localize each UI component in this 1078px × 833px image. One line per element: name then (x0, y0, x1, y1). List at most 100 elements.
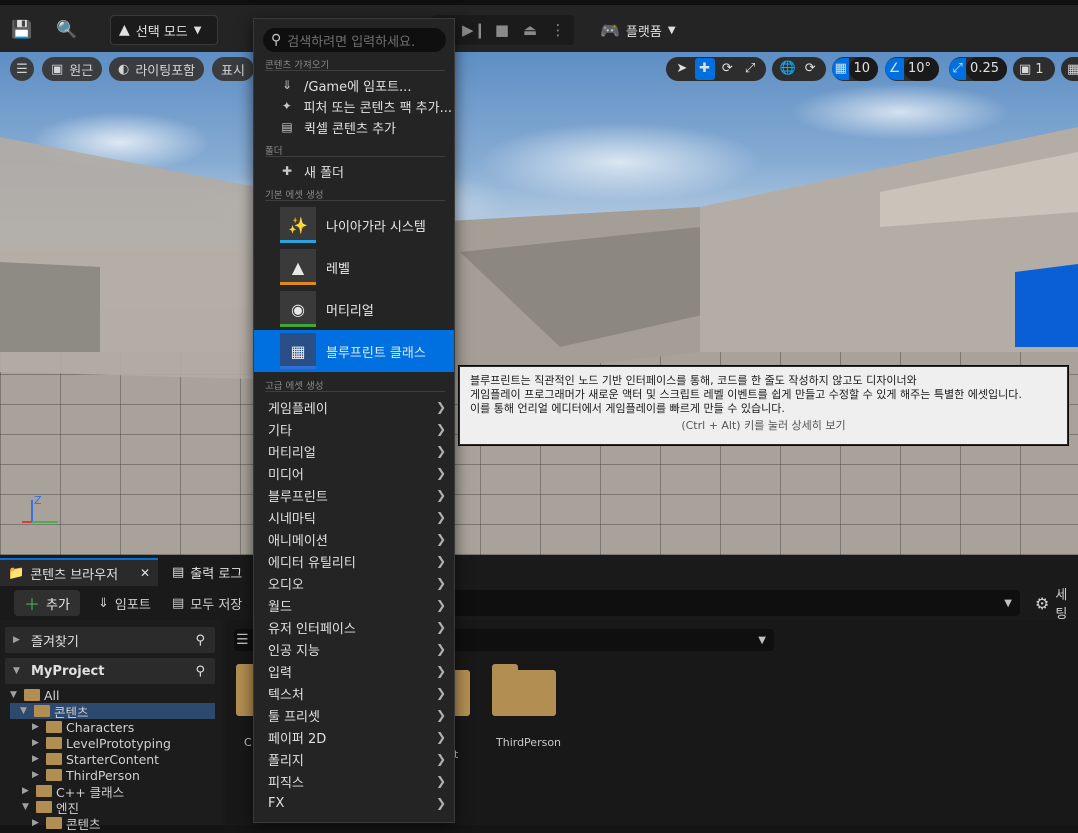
menu-import[interactable]: ⇓ /Game에 임포트... (280, 74, 452, 96)
cube-icon: ▣ (51, 61, 64, 77)
viewport-menu-button[interactable]: ☰ (10, 57, 34, 81)
chevron-right-icon: ❯ (435, 554, 446, 568)
menu-submenu[interactable]: 피직스 ❯ (268, 770, 452, 792)
submenu-label: 인공 지능 (268, 643, 320, 659)
menu-niagara-system[interactable]: ✨ 나이아가라 시스템 (254, 204, 454, 246)
chevron-right-icon: ▶ (22, 786, 29, 796)
menu-submenu[interactable]: 툴 프리셋 ❯ (268, 704, 452, 726)
grid-snap-value[interactable]: 10 (849, 57, 878, 81)
submenu-label: 텍스처 (268, 687, 304, 703)
tree-label: All (44, 687, 60, 703)
maximize-viewport-button[interactable]: ▦ (1061, 57, 1078, 81)
menu-new-folder[interactable]: ✚ 새 폴더 (280, 160, 452, 182)
menu-add-quixel[interactable]: ▤ 퀵셀 콘텐츠 추가 (280, 116, 452, 138)
menu-material[interactable]: ◉ 머티리얼 (254, 288, 454, 330)
folder-label: C (244, 736, 252, 749)
surface-snap-icon[interactable]: ⟳ (801, 58, 821, 80)
settings-button[interactable]: ⚙ 세팅 (1035, 588, 1078, 622)
menu-level[interactable]: ▲ 레벨 (254, 246, 454, 288)
menu-submenu[interactable]: 에디터 유틸리티 ❯ (268, 550, 452, 572)
rotation-snap-toggle[interactable]: ∠ 10° (885, 57, 939, 81)
menu-submenu[interactable]: 미디어 ❯ (268, 462, 452, 484)
menu-submenu[interactable]: 오디오 ❯ (268, 572, 452, 594)
level-viewport[interactable]: ☰ ▣ 원근 ◐ 라이팅포함 표시 ➤ ✚ ⟳ ⤢ 🌐 ⟳ ▦ 10 ∠ 10°… (0, 52, 1078, 555)
select-arrow-icon[interactable]: ➤ (672, 58, 692, 80)
rotate-icon[interactable]: ⟳ (718, 58, 738, 80)
save-icon[interactable]: 💾 (9, 17, 35, 43)
menu-submenu[interactable]: 폴리지 ❯ (268, 748, 452, 770)
platform-label: 플랫폼 (625, 24, 662, 40)
project-section[interactable]: ▼ MyProject ⚲ (5, 658, 215, 684)
tree-item-characters[interactable]: ▶ Characters (32, 719, 134, 735)
level-icon: ▲ (280, 249, 316, 285)
tab-content-browser[interactable]: 📁 콘텐츠 브라우저 ✕ (0, 558, 158, 586)
chevron-right-icon: ❯ (435, 466, 446, 480)
search-icon[interactable]: ⚲ (195, 633, 205, 648)
stop-icon[interactable]: ■ (488, 21, 516, 39)
eject-icon[interactable]: ⏏ (516, 21, 544, 39)
more-options-icon[interactable]: ⋮ (544, 21, 572, 39)
step-icon[interactable]: ▶❙ (460, 21, 488, 39)
save-icon: ▤ (172, 595, 185, 611)
submenu-label: 오디오 (268, 577, 304, 593)
scale-snap-value[interactable]: 0.25 (966, 57, 1007, 81)
section-get-content: 콘텐츠 가져오기 (265, 57, 445, 71)
folder-icon (46, 737, 62, 749)
tree-item-startercontent[interactable]: ▶ StarterContent (32, 751, 159, 767)
lighting-mode-button[interactable]: ◐ 라이팅포함 (109, 57, 205, 81)
chevron-down-icon: ▼ (758, 634, 766, 646)
menu-submenu[interactable]: 텍스처 ❯ (268, 682, 452, 704)
favorites-section[interactable]: ▶ 즐겨찾기 ⚲ (5, 627, 215, 653)
folder-icon (36, 785, 52, 797)
menu-submenu[interactable]: 시네마틱 ❯ (268, 506, 452, 528)
world-globe-icon[interactable]: 🌐 (778, 58, 798, 80)
chevron-right-icon: ▶ (32, 722, 39, 732)
tree-item-content[interactable]: ▼ 콘텐츠 (10, 703, 215, 720)
move-icon[interactable]: ✚ (694, 58, 715, 80)
scale-icon[interactable]: ⤢ (740, 58, 760, 80)
menu-submenu[interactable]: 인공 지능 ❯ (268, 638, 452, 660)
platform-dropdown[interactable]: 🎮 플랫폼 ▼ (600, 15, 685, 45)
import-icon: ⇓ (98, 595, 109, 611)
menu-submenu[interactable]: 애니메이션 ❯ (268, 528, 452, 550)
menu-search-input[interactable]: ⚲ 검색하려면 입력하세요. (263, 28, 446, 52)
selection-mode-dropdown[interactable]: ▲ 선택 모드 ▼ (110, 15, 218, 45)
perspective-button[interactable]: ▣ 원근 (42, 57, 103, 81)
section-folder: 폴더 (265, 143, 445, 157)
import-button[interactable]: ⇓ 임포트 (98, 590, 151, 616)
filter-icon[interactable]: ☰ (236, 632, 249, 648)
menu-submenu[interactable]: 페이퍼 2D ❯ (268, 726, 452, 748)
camera-speed-button[interactable]: ▣ 1 (1013, 57, 1055, 81)
menu-submenu[interactable]: 블루프린트 ❯ (268, 484, 452, 506)
path-breadcrumb[interactable]: ▼ (440, 590, 1020, 616)
show-label: 표시 (221, 63, 245, 79)
menu-submenu[interactable]: 머티리얼 ❯ (268, 440, 452, 462)
chevron-right-icon: ▶ (32, 738, 39, 748)
menu-blueprint-class[interactable]: ▦ 블루프린트 클래스 (254, 330, 454, 372)
submenu-label: 게임플레이 (268, 401, 328, 417)
menu-submenu[interactable]: 기타 ❯ (268, 418, 452, 440)
tab-output-log[interactable]: ▤ 출력 로그 (164, 558, 250, 586)
menu-submenu[interactable]: 월드 ❯ (268, 594, 452, 616)
scale-snap-toggle[interactable]: ⤢ 0.25 (949, 57, 1007, 81)
search-icon[interactable]: ⚲ (195, 664, 205, 679)
browse-content-icon[interactable]: 🔍 (54, 17, 80, 43)
tree-item-all[interactable]: ▼ All (10, 687, 60, 703)
submenu-label: 애니메이션 (268, 533, 328, 549)
show-button[interactable]: 표시 (212, 57, 254, 81)
add-button[interactable]: ＋ 추가 (14, 590, 80, 616)
close-icon[interactable]: ✕ (140, 566, 150, 580)
menu-submenu[interactable]: 유저 인터페이스 ❯ (268, 616, 452, 638)
menu-add-feature-pack[interactable]: ✦ 피처 또는 콘텐츠 팩 추가... (280, 95, 452, 117)
menu-submenu[interactable]: FX ❯ (268, 792, 452, 814)
tree-item-engine-content[interactable]: ▶ 콘텐츠 (32, 815, 101, 832)
tree-item-levelprototyping[interactable]: ▶ LevelPrototyping (32, 735, 171, 751)
folder-item-thirdperson[interactable]: ThirdPerson (492, 664, 572, 750)
gear-icon: ⚙ (1035, 593, 1050, 613)
asset-label: 나이아가라 시스템 (326, 219, 426, 235)
menu-submenu[interactable]: 게임플레이 ❯ (268, 396, 452, 418)
rotation-snap-value[interactable]: 10° (903, 57, 939, 81)
save-all-button[interactable]: ▤ 모두 저장 (172, 590, 242, 616)
grid-snap-toggle[interactable]: ▦ 10 (832, 57, 878, 81)
menu-submenu[interactable]: 입력 ❯ (268, 660, 452, 682)
